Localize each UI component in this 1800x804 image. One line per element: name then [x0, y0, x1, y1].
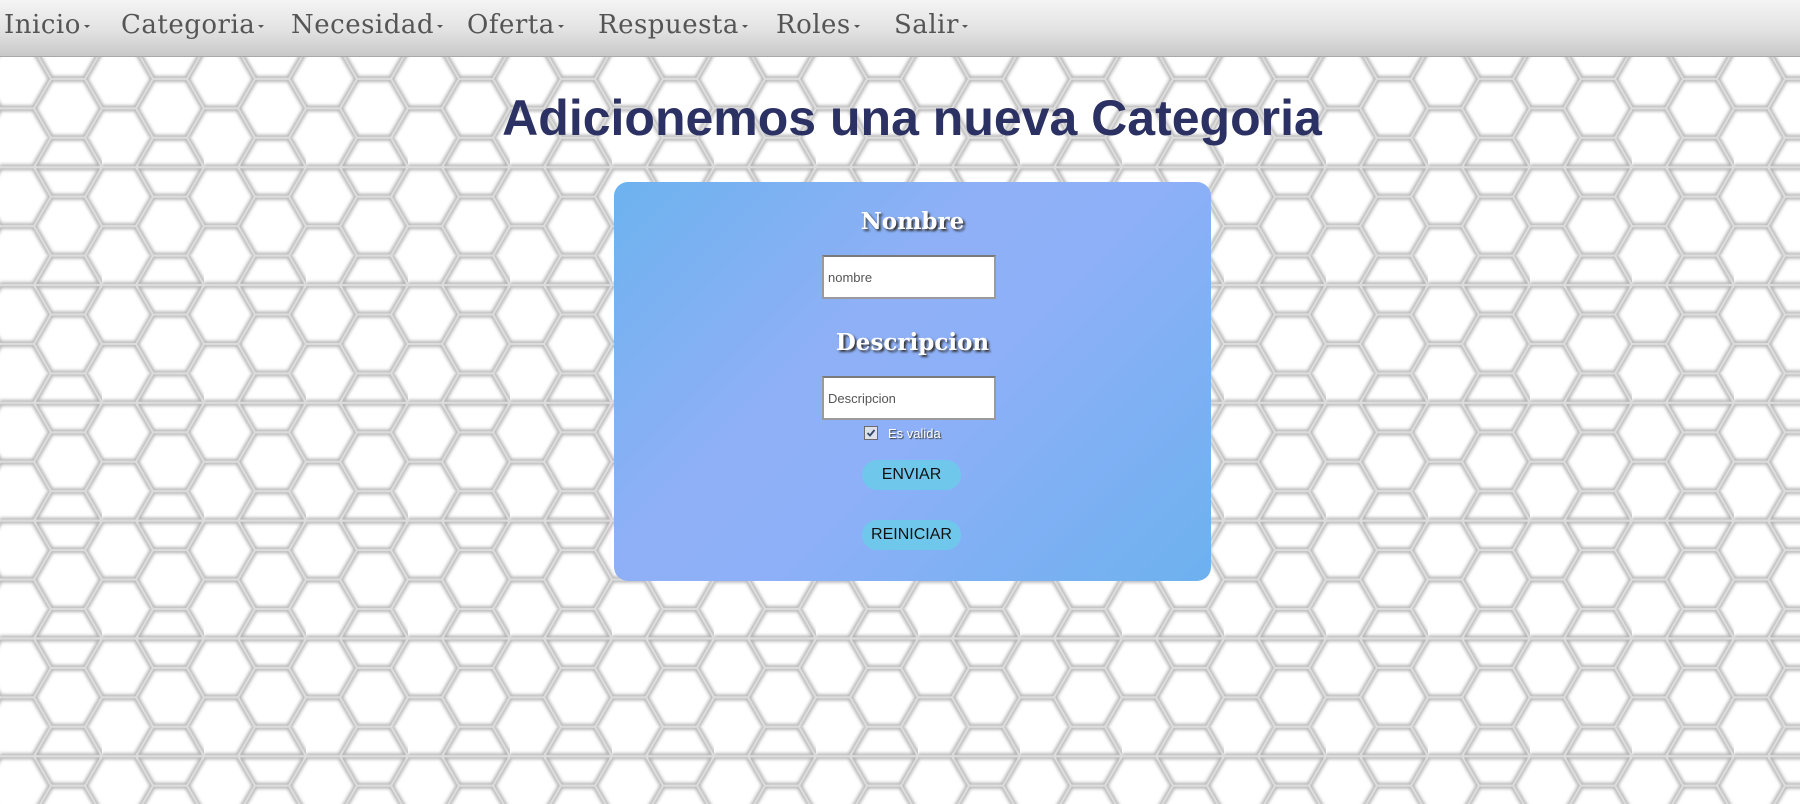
- category-form: Nombre Descripcion Es valida ENVIAR REIN…: [614, 182, 1211, 581]
- nav-item-label: Salir: [894, 10, 959, 40]
- caret-down-icon: [557, 24, 564, 28]
- nav-item-label: Roles: [776, 10, 851, 40]
- es-valida-row: Es valida: [864, 424, 941, 442]
- nav-item-inicio[interactable]: Inicio: [4, 0, 90, 50]
- nav-item-salir[interactable]: Salir: [894, 0, 968, 50]
- top-navigation-bar: Inicio Categoria Necesidad Oferta Respue…: [0, 0, 1800, 57]
- descripcion-label: Descripcion: [835, 329, 990, 356]
- nav-item-oferta[interactable]: Oferta: [467, 0, 564, 50]
- es-valida-label: Es valida: [888, 425, 941, 441]
- nav-item-label: Categoria: [121, 10, 256, 40]
- caret-down-icon: [961, 24, 968, 28]
- caret-down-icon: [258, 24, 265, 28]
- caret-down-icon: [83, 24, 90, 28]
- checkmark-icon: [866, 429, 876, 437]
- reiniciar-button[interactable]: REINICIAR: [862, 520, 961, 550]
- page-title: Adicionemos una nueva Categoria: [502, 90, 1322, 146]
- nombre-label: Nombre: [860, 208, 965, 235]
- enviar-button[interactable]: ENVIAR: [862, 460, 961, 490]
- caret-down-icon: [853, 24, 860, 28]
- es-valida-checkbox[interactable]: [864, 426, 878, 440]
- caret-down-icon: [741, 24, 748, 28]
- caret-down-icon: [437, 24, 444, 28]
- nav-item-necesidad[interactable]: Necesidad: [291, 0, 444, 50]
- nav-item-roles[interactable]: Roles: [776, 0, 860, 50]
- nav-item-respuesta[interactable]: Respuesta: [598, 0, 748, 50]
- nav-item-categoria[interactable]: Categoria: [121, 0, 265, 50]
- nav-item-label: Necesidad: [291, 10, 435, 40]
- nav-item-label: Inicio: [4, 10, 81, 40]
- nav-item-label: Oferta: [467, 10, 555, 40]
- descripcion-input[interactable]: [822, 376, 996, 420]
- nav-item-label: Respuesta: [598, 10, 739, 40]
- nombre-input[interactable]: [822, 255, 996, 299]
